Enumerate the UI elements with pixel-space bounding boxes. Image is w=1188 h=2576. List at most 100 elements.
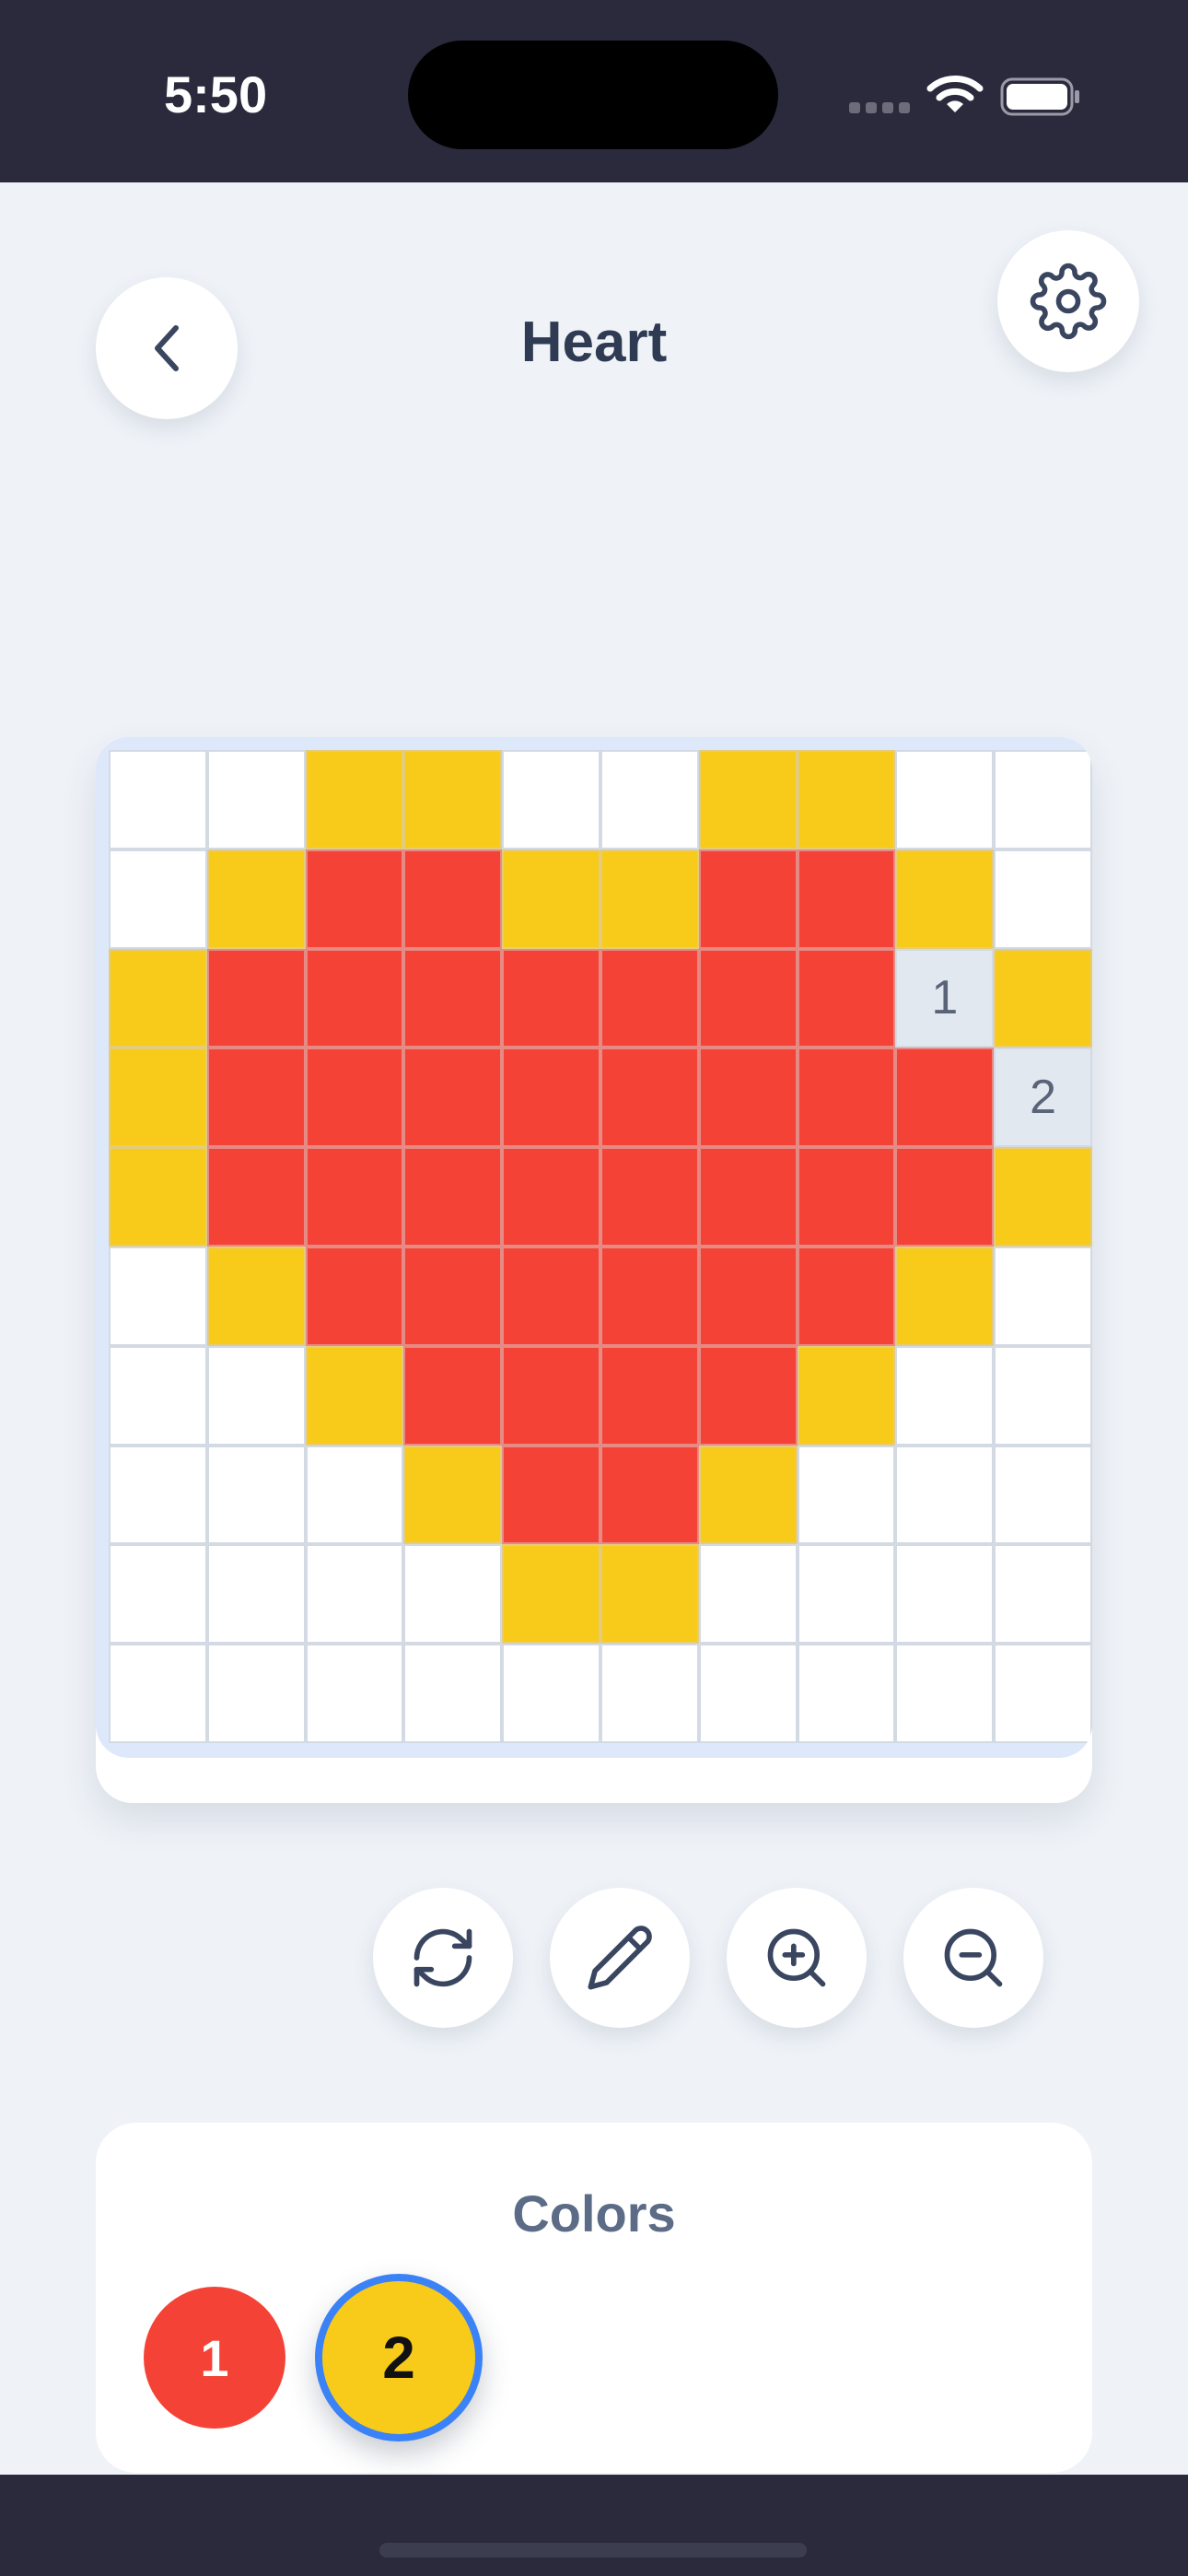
grid-cell-empty[interactable] (206, 1644, 306, 1743)
grid-cell-empty[interactable] (206, 1544, 306, 1645)
grid-cell-color-1[interactable] (600, 1147, 699, 1247)
grid-cell-color-1[interactable] (698, 1345, 798, 1446)
grid-cell-empty[interactable] (305, 1644, 404, 1743)
grid-cell-empty[interactable] (109, 1445, 207, 1545)
grid-cell-color-1[interactable] (502, 1147, 600, 1247)
grid-cell-empty[interactable] (206, 1445, 306, 1545)
grid-cell-empty[interactable] (305, 1445, 404, 1545)
grid-cell-color-1[interactable] (206, 1147, 306, 1247)
grid-cell-color-2[interactable] (403, 750, 503, 849)
grid-cell-empty[interactable] (109, 849, 207, 949)
grid-cell-color-1[interactable] (403, 849, 503, 949)
grid-cell-color-2[interactable] (895, 1246, 995, 1346)
grid-cell-color-1[interactable] (797, 1147, 896, 1247)
grid-cell-empty[interactable] (797, 1644, 896, 1743)
zoom-out-button[interactable] (903, 1888, 1043, 2028)
grid-cell-empty[interactable] (895, 750, 995, 849)
color-swatch-2-selected[interactable]: 2 (315, 2274, 483, 2441)
grid-cell-color-1[interactable] (206, 948, 306, 1048)
grid-cell-empty[interactable] (994, 750, 1092, 849)
grid-cell-color-2[interactable] (206, 1246, 306, 1346)
grid-cell-color-2[interactable] (305, 750, 404, 849)
grid-cell-empty[interactable] (109, 750, 207, 849)
grid-cell-color-1[interactable] (502, 1445, 600, 1545)
grid-cell-color-1[interactable] (403, 1345, 503, 1446)
grid-cell-color-1[interactable] (797, 1048, 896, 1148)
grid-cell-empty[interactable] (994, 1345, 1092, 1446)
grid-cell-empty[interactable] (895, 1445, 995, 1545)
grid-cell-color-1[interactable] (698, 948, 798, 1048)
grid-cell-empty[interactable] (994, 1544, 1092, 1645)
grid-cell-color-1[interactable] (698, 1246, 798, 1346)
grid-cell-empty[interactable] (403, 1644, 503, 1743)
grid-cell-empty[interactable] (895, 1544, 995, 1645)
grid-cell-color-1[interactable] (403, 1246, 503, 1346)
grid-cell-color-1[interactable] (305, 948, 404, 1048)
grid-cell-color-1[interactable] (403, 1147, 503, 1247)
grid-cell-color-2[interactable] (994, 948, 1092, 1048)
grid-cell-color-1[interactable] (797, 948, 896, 1048)
grid-cell-empty[interactable] (698, 1644, 798, 1743)
grid-cell-empty[interactable] (109, 1644, 207, 1743)
grid-cell-empty[interactable] (206, 750, 306, 849)
grid-cell-empty[interactable] (994, 1445, 1092, 1545)
grid-cell-color-2[interactable] (600, 1544, 699, 1645)
grid-cell-empty[interactable] (797, 1544, 896, 1645)
grid-cell-color-2[interactable] (994, 1147, 1092, 1247)
grid-cell-color-1[interactable] (502, 1246, 600, 1346)
grid-cell-color-1[interactable] (502, 1345, 600, 1446)
grid-cell-color-1[interactable] (502, 1048, 600, 1148)
grid-cell-color-2[interactable] (109, 1048, 207, 1148)
grid-cell-color-1[interactable] (305, 1147, 404, 1247)
grid-cell-empty[interactable] (600, 1644, 699, 1743)
grid-cell-empty[interactable] (502, 1644, 600, 1743)
grid-cell-color-1[interactable] (305, 1048, 404, 1148)
grid-cell-empty[interactable] (797, 1445, 896, 1545)
grid-cell-color-1[interactable] (206, 1048, 306, 1148)
grid-cell-color-1[interactable] (797, 1246, 896, 1346)
grid-cell-color-2[interactable] (698, 1445, 798, 1545)
grid-cell-empty[interactable] (895, 1644, 995, 1743)
grid-cell-color-1[interactable] (797, 849, 896, 949)
color-swatch-1[interactable]: 1 (144, 2287, 285, 2429)
grid-cell-color-2[interactable] (895, 849, 995, 949)
grid-cell-color-2[interactable] (305, 1345, 404, 1446)
grid-cell-color-2[interactable] (206, 849, 306, 949)
grid-cell-color-1[interactable] (305, 1246, 404, 1346)
grid-cell-color-2[interactable] (109, 948, 207, 1048)
grid-cell-color-1[interactable] (895, 1048, 995, 1148)
grid-cell-color-1[interactable] (502, 948, 600, 1048)
grid-cell-color-1[interactable] (600, 1246, 699, 1346)
grid-cell-empty[interactable] (403, 1544, 503, 1645)
grid-cell-color-2[interactable] (698, 750, 798, 849)
grid-cell-color-1[interactable] (698, 1048, 798, 1148)
grid-cell-color-2[interactable] (797, 1345, 896, 1446)
grid-cell-empty[interactable] (305, 1544, 404, 1645)
grid-cell-color-1[interactable] (600, 1048, 699, 1148)
grid-cell-empty[interactable] (994, 1246, 1092, 1346)
grid-cell-color-2[interactable] (403, 1445, 503, 1545)
grid-cell-empty[interactable] (994, 849, 1092, 949)
grid-cell-color-1[interactable] (305, 849, 404, 949)
grid-cell-empty[interactable] (895, 1345, 995, 1446)
grid-cell-hint[interactable]: 1 (895, 948, 995, 1048)
grid-cell-color-2[interactable] (600, 849, 699, 949)
pencil-button[interactable] (550, 1888, 690, 2028)
grid-cell-color-1[interactable] (600, 948, 699, 1048)
grid-cell-color-2[interactable] (797, 750, 896, 849)
grid-cell-color-1[interactable] (600, 1445, 699, 1545)
grid-cell-color-1[interactable] (403, 1048, 503, 1148)
grid-cell-empty[interactable] (600, 750, 699, 849)
grid-cell-empty[interactable] (502, 750, 600, 849)
grid-cell-empty[interactable] (109, 1345, 207, 1446)
grid-cell-color-1[interactable] (895, 1147, 995, 1247)
grid-cell-color-1[interactable] (600, 1345, 699, 1446)
reset-button[interactable] (373, 1888, 513, 2028)
grid-cell-color-2[interactable] (502, 1544, 600, 1645)
grid-cell-color-2[interactable] (109, 1147, 207, 1247)
grid-cell-empty[interactable] (109, 1246, 207, 1346)
grid-cell-color-1[interactable] (698, 849, 798, 949)
grid-cell-empty[interactable] (994, 1644, 1092, 1743)
grid-cell-empty[interactable] (109, 1544, 207, 1645)
pixel-grid[interactable]: 12 (109, 750, 1092, 1743)
